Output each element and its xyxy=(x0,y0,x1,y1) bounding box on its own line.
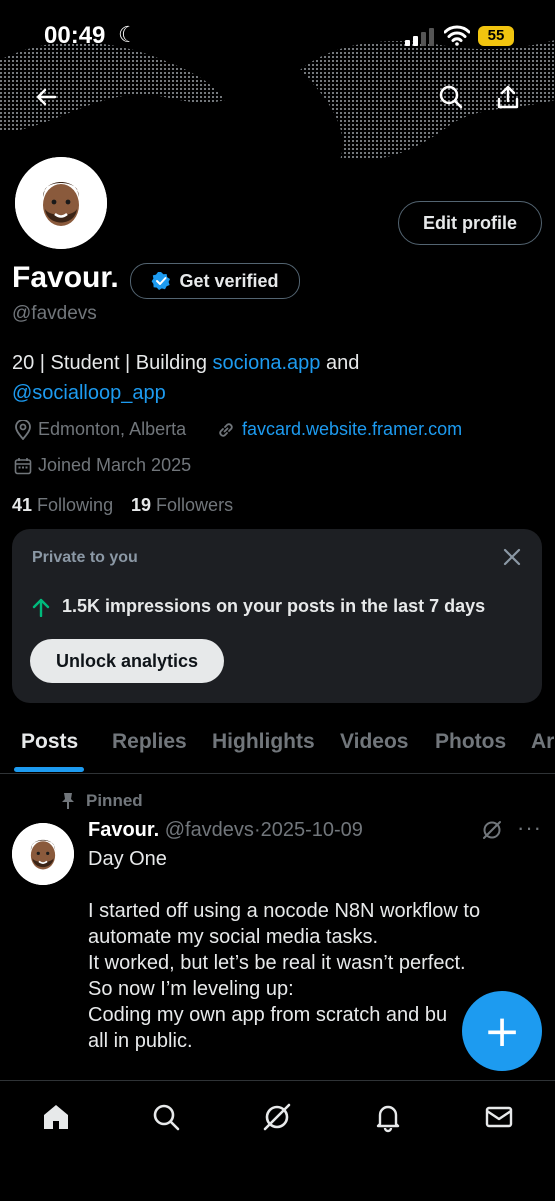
memoji-avatar-image xyxy=(12,823,74,885)
search-nav-icon[interactable] xyxy=(150,1101,182,1133)
followers-link[interactable]: 19 Followers xyxy=(131,495,233,516)
grok-icon[interactable] xyxy=(481,819,503,841)
post-header: Favour. @favdevs·2025-10-09 xyxy=(88,819,363,842)
close-icon[interactable] xyxy=(500,545,524,569)
cellular-signal-icon xyxy=(405,28,434,46)
profile-joined: Joined March 2025 xyxy=(14,455,191,476)
profile-avatar[interactable] xyxy=(12,154,110,252)
analytics-card-title: Private to you xyxy=(32,549,138,566)
share-button[interactable] xyxy=(489,78,527,116)
post-text: Day One I started off using a nocode N8N… xyxy=(88,848,481,1052)
post-author-name[interactable]: Favour. xyxy=(88,819,159,841)
back-arrow-icon xyxy=(36,88,57,106)
website-link[interactable]: favcard.website.framer.com xyxy=(242,419,462,440)
home-icon[interactable] xyxy=(40,1101,72,1133)
compose-post-button[interactable]: + xyxy=(462,991,542,1071)
post-author-handle[interactable]: @favdevs xyxy=(165,819,254,841)
location-text: Edmonton, Alberta xyxy=(38,419,187,439)
profile-bio: 20 | Student | Building sociona.app and … xyxy=(12,348,532,408)
more-options-icon[interactable]: ··· xyxy=(517,815,542,841)
profile-website[interactable]: favcard.website.framer.com xyxy=(216,419,462,440)
post-author-avatar[interactable] xyxy=(12,823,74,885)
share-icon xyxy=(497,85,519,109)
wifi-icon xyxy=(444,25,470,46)
pinned-indicator: Pinned xyxy=(60,791,143,811)
tab-posts[interactable]: Posts xyxy=(21,730,78,754)
following-link[interactable]: 41 Following xyxy=(12,495,113,516)
analytics-card: Private to you 1.5K impressions on your … xyxy=(12,529,542,703)
followers-label: Followers xyxy=(156,495,234,515)
bio-text: 20 | Student | Building xyxy=(12,352,213,374)
tab-videos[interactable]: Videos xyxy=(340,730,408,754)
calendar-icon xyxy=(14,457,32,474)
bottom-navigation xyxy=(0,1080,555,1201)
messages-envelope-icon[interactable] xyxy=(483,1101,515,1133)
status-time: 00:49 xyxy=(44,22,106,49)
post-date[interactable]: 2025-10-09 xyxy=(261,819,363,841)
following-label: Following xyxy=(37,495,114,515)
get-verified-label: Get verified xyxy=(179,270,279,291)
link-icon xyxy=(219,422,233,437)
search-icon xyxy=(439,85,463,109)
search-button[interactable] xyxy=(432,78,470,116)
tab-articles[interactable]: Ar xyxy=(531,730,554,754)
memoji-avatar-image xyxy=(15,157,107,249)
bio-link-socialloop[interactable]: @socialloop_app xyxy=(12,382,166,404)
impressions-row: 1.5K impressions on your posts in the la… xyxy=(32,596,485,617)
pinned-label: Pinned xyxy=(86,791,143,810)
status-bar: 00:49 ☾ 55 xyxy=(0,0,555,60)
profile-location: Edmonton, Alberta xyxy=(14,419,186,440)
verified-badge-icon xyxy=(152,272,171,290)
profile-handle: @favdevs xyxy=(12,303,97,324)
profile-tabs: Posts Replies Highlights Videos Photos A… xyxy=(0,713,555,774)
bio-text-and: and xyxy=(320,352,360,374)
profile-name: Favour. xyxy=(12,261,119,294)
impressions-text: 1.5K impressions on your posts in the la… xyxy=(62,596,486,616)
moon-icon: ☾ xyxy=(118,22,138,47)
notifications-bell-icon[interactable] xyxy=(372,1101,404,1133)
unlock-analytics-button[interactable]: Unlock analytics xyxy=(30,639,224,683)
back-button[interactable] xyxy=(27,78,65,116)
arrow-up-icon xyxy=(32,598,50,617)
post-separator: · xyxy=(253,819,261,841)
battery-indicator: 55 xyxy=(478,26,514,46)
bio-link-sociona[interactable]: sociona.app xyxy=(213,352,321,374)
edit-profile-button[interactable]: Edit profile xyxy=(398,201,542,245)
following-count: 41 xyxy=(12,495,33,515)
pin-icon xyxy=(62,793,74,809)
followers-count: 19 xyxy=(131,495,152,515)
grok-nav-icon[interactable] xyxy=(261,1101,293,1133)
active-tab-indicator xyxy=(14,767,84,772)
tab-replies[interactable]: Replies xyxy=(112,730,187,754)
tab-highlights[interactable]: Highlights xyxy=(212,730,315,754)
joined-text: Joined March 2025 xyxy=(38,455,192,475)
get-verified-button[interactable]: Get verified xyxy=(130,263,300,299)
location-pin-icon xyxy=(15,419,31,440)
tab-photos[interactable]: Photos xyxy=(435,730,506,754)
